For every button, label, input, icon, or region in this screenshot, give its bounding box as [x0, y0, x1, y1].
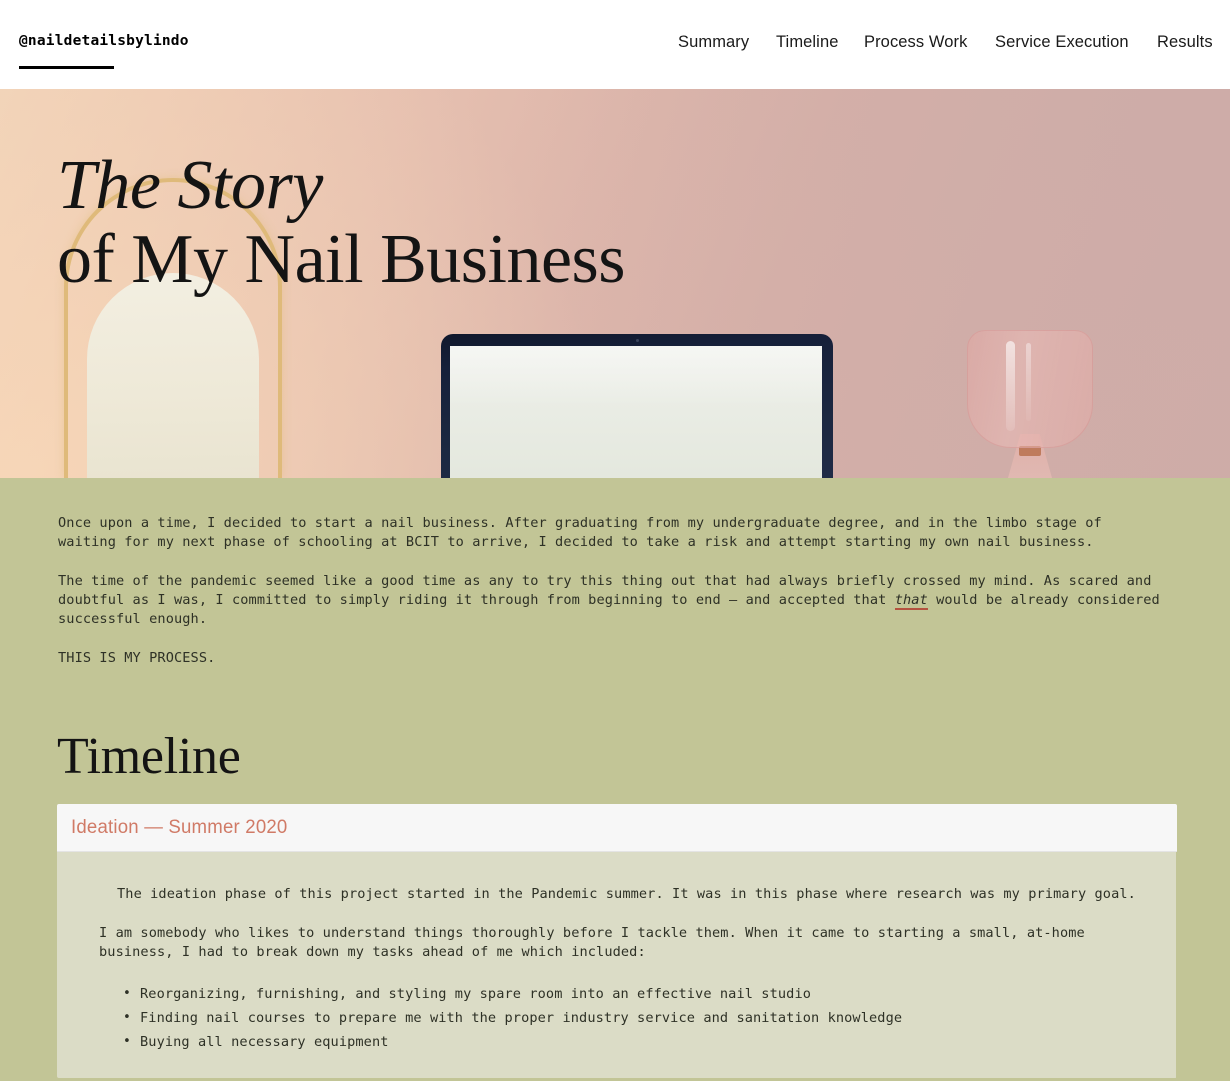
main-content: Once upon a time, I decided to start a n… [0, 478, 1230, 1078]
timeline-card-title: Ideation — Summer 2020 [71, 816, 288, 838]
timeline-card-body: The ideation phase of this project start… [57, 851, 1176, 1078]
emphasized-word-that: that [894, 592, 928, 610]
laptop-photo-element [441, 334, 833, 478]
timeline-card-paragraph-2: I am somebody who likes to understand th… [99, 924, 1085, 960]
glass-highlight-secondary [1026, 343, 1031, 421]
brand-handle[interactable]: @naildetailsbylindo [19, 34, 189, 49]
nav-item-summary[interactable]: Summary [678, 33, 749, 50]
timeline-card-task-list: Reorganizing, furnishing, and styling my… [99, 982, 1136, 1054]
page-title-line-1: The Story [57, 147, 323, 225]
intro-paragraph-2: The time of the pandemic seemed like a g… [58, 572, 1168, 629]
main-navigation: Summary Timeline Process Work Service Ex… [678, 33, 1214, 50]
nav-item-timeline[interactable]: Timeline [776, 33, 838, 50]
page-title-line-2: of My Nail Business [57, 221, 626, 299]
section-heading-timeline: Timeline [57, 728, 241, 785]
timeline-card-header[interactable]: Ideation — Summer 2020 [57, 803, 1177, 852]
laptop-screen [450, 346, 822, 478]
nav-item-process-work[interactable]: Process Work [864, 33, 967, 50]
brand-block[interactable]: @naildetailsbylindo [19, 34, 189, 69]
laptop-camera-dot-icon [635, 339, 639, 342]
process-tagline: THIS IS MY PROCESS. [58, 650, 216, 666]
list-item: Reorganizing, furnishing, and styling my… [123, 982, 1136, 1006]
timeline-card-paragraph-1: The ideation phase of this project start… [117, 885, 1136, 902]
hero-banner: The Story of My Nail Business [0, 89, 1230, 478]
glass-highlight-primary [1006, 341, 1015, 431]
nav-item-results[interactable]: Results [1157, 33, 1213, 50]
pink-glass-vessel-photo-element [967, 330, 1093, 478]
timeline-card-ideation[interactable]: Ideation — Summer 2020 The ideation phas… [57, 803, 1177, 1078]
page-title: The Story of My Nail Business [57, 147, 626, 299]
glass-bowl [967, 330, 1093, 448]
intro-section: Once upon a time, I decided to start a n… [0, 478, 1230, 668]
site-header: @naildetailsbylindo Summary Timeline Pro… [0, 0, 1230, 89]
brand-underline-rule [19, 65, 114, 69]
list-item: Finding nail courses to prepare me with … [123, 1006, 1136, 1030]
list-item: Buying all necessary equipment [123, 1030, 1136, 1054]
nav-item-service-execution[interactable]: Service Execution [995, 33, 1129, 50]
intro-paragraph-1: Once upon a time, I decided to start a n… [58, 515, 1102, 550]
